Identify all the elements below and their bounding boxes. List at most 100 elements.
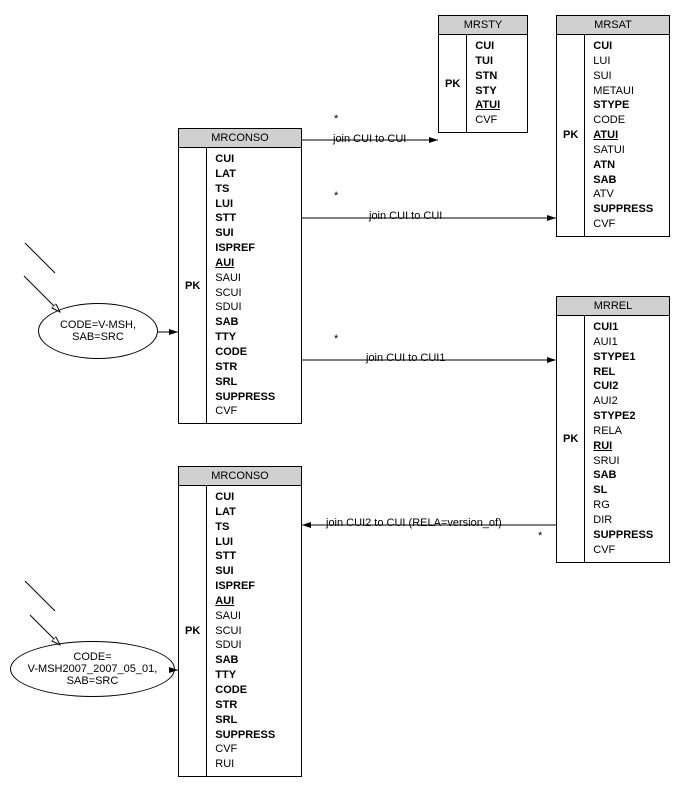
- field: CUI1: [593, 320, 653, 335]
- field: AUI: [215, 256, 275, 271]
- field: LAT: [215, 167, 275, 182]
- star-label: *: [538, 530, 542, 542]
- field: STT: [215, 549, 275, 564]
- star-label: *: [334, 113, 338, 125]
- field: SAB: [593, 173, 653, 188]
- pk-label: PK: [439, 35, 467, 132]
- field: CVF: [215, 404, 275, 419]
- field: AUI: [215, 594, 275, 609]
- field: SAB: [215, 315, 275, 330]
- ellipse-text: CODE=V-MSH, SAB=SRC: [60, 319, 136, 343]
- table-mrconso-top: MRCONSO PK CUILATTSLUISTTSUIISPREFAUISAU…: [178, 128, 302, 424]
- join-label: join CUI to CUI1: [366, 352, 445, 364]
- field: TS: [215, 182, 275, 197]
- field: RELA: [593, 424, 653, 439]
- join-label: join CUI to CUI: [369, 210, 442, 222]
- field: CVF: [475, 113, 500, 128]
- field: STY: [475, 84, 500, 99]
- ellipse-text: CODE= V-MSH2007_2007_05_01, SAB=SRC: [28, 651, 158, 687]
- field: SUPPRESS: [215, 390, 275, 405]
- join-label: join CUI to CUI: [333, 133, 406, 145]
- field: ATUI: [593, 128, 653, 143]
- field: SRL: [215, 713, 275, 728]
- field: SL: [593, 483, 653, 498]
- field: SUI: [215, 226, 275, 241]
- field: SAB: [593, 468, 653, 483]
- field: SAUI: [215, 609, 275, 624]
- field: ISPREF: [215, 579, 275, 594]
- join-label: join CUI2 to CUI (RELA=version_of): [326, 517, 502, 529]
- table-title: MRSTY: [439, 16, 527, 35]
- field: DIR: [593, 513, 653, 528]
- field: LUI: [593, 54, 653, 69]
- field: TTY: [215, 330, 275, 345]
- field: LAT: [215, 505, 275, 520]
- star-label: *: [334, 333, 338, 345]
- field: CODE: [215, 345, 275, 360]
- field: CVF: [593, 217, 653, 232]
- pk-label: PK: [179, 148, 207, 423]
- field: SUI: [593, 69, 653, 84]
- field: TUI: [475, 54, 500, 69]
- field: ATV: [593, 187, 653, 202]
- table-title: MRREL: [557, 297, 669, 316]
- field: CUI: [475, 39, 500, 54]
- field: SAUI: [215, 271, 275, 286]
- field: LUI: [215, 535, 275, 550]
- field: CODE: [215, 683, 275, 698]
- table-mrsat: MRSAT PK CUILUISUIMETAUISTYPECODEATUISAT…: [556, 15, 670, 237]
- field: CVF: [215, 742, 275, 757]
- pk-label: PK: [557, 316, 585, 562]
- table-mrsty: MRSTY PK CUITUISTNSTYATUICVF: [438, 15, 528, 133]
- filter-ellipse-msh2007: CODE= V-MSH2007_2007_05_01, SAB=SRC: [10, 641, 175, 697]
- fields: CUILATTSLUISTTSUIISPREFAUISAUISCUISDUISA…: [207, 148, 283, 423]
- field: STYPE: [593, 98, 653, 113]
- pk-label: PK: [557, 35, 585, 236]
- field: STT: [215, 211, 275, 226]
- field: SAB: [215, 653, 275, 668]
- field: SUPPRESS: [215, 728, 275, 743]
- table-title: MRCONSO: [179, 467, 301, 486]
- field: SRUI: [593, 454, 653, 469]
- field: AUI1: [593, 335, 653, 350]
- field: SUI: [215, 564, 275, 579]
- field: CVF: [593, 543, 653, 558]
- field: STR: [215, 698, 275, 713]
- fields: CUILATTSLUISTTSUIISPREFAUISAUISCUISDUISA…: [207, 486, 283, 776]
- field: SCUI: [215, 624, 275, 639]
- field: RUI: [215, 757, 275, 772]
- field: RUI: [593, 439, 653, 454]
- field: TTY: [215, 668, 275, 683]
- field: CODE: [593, 113, 653, 128]
- field: RG: [593, 498, 653, 513]
- table-mrrel: MRREL PK CUI1AUI1STYPE1RELCUI2AUI2STYPE2…: [556, 296, 670, 563]
- field: TS: [215, 520, 275, 535]
- filter-ellipse-msh: CODE=V-MSH, SAB=SRC: [38, 303, 158, 359]
- field: METAUI: [593, 84, 653, 99]
- field: SUPPRESS: [593, 528, 653, 543]
- field: STN: [475, 69, 500, 84]
- pk-label: PK: [179, 486, 207, 776]
- table-title: MRCONSO: [179, 129, 301, 148]
- table-mrconso-bottom: MRCONSO PK CUILATTSLUISTTSUIISPREFAUISAU…: [178, 466, 302, 777]
- field: CUI: [215, 490, 275, 505]
- field: ISPREF: [215, 241, 275, 256]
- field: STYPE2: [593, 409, 653, 424]
- field: SATUI: [593, 143, 653, 158]
- field: SRL: [215, 375, 275, 390]
- field: ATN: [593, 158, 653, 173]
- star-label: *: [334, 190, 338, 202]
- field: STYPE1: [593, 350, 653, 365]
- fields: CUITUISTNSTYATUICVF: [467, 35, 508, 132]
- field: CUI: [215, 152, 275, 167]
- field: STR: [215, 360, 275, 375]
- field: CUI: [593, 39, 653, 54]
- table-title: MRSAT: [557, 16, 669, 35]
- field: SUPPRESS: [593, 202, 653, 217]
- fields: CUI1AUI1STYPE1RELCUI2AUI2STYPE2RELARUISR…: [585, 316, 661, 562]
- field: SDUI: [215, 638, 275, 653]
- field: LUI: [215, 197, 275, 212]
- field: REL: [593, 365, 653, 380]
- field: SCUI: [215, 286, 275, 301]
- field: AUI2: [593, 394, 653, 409]
